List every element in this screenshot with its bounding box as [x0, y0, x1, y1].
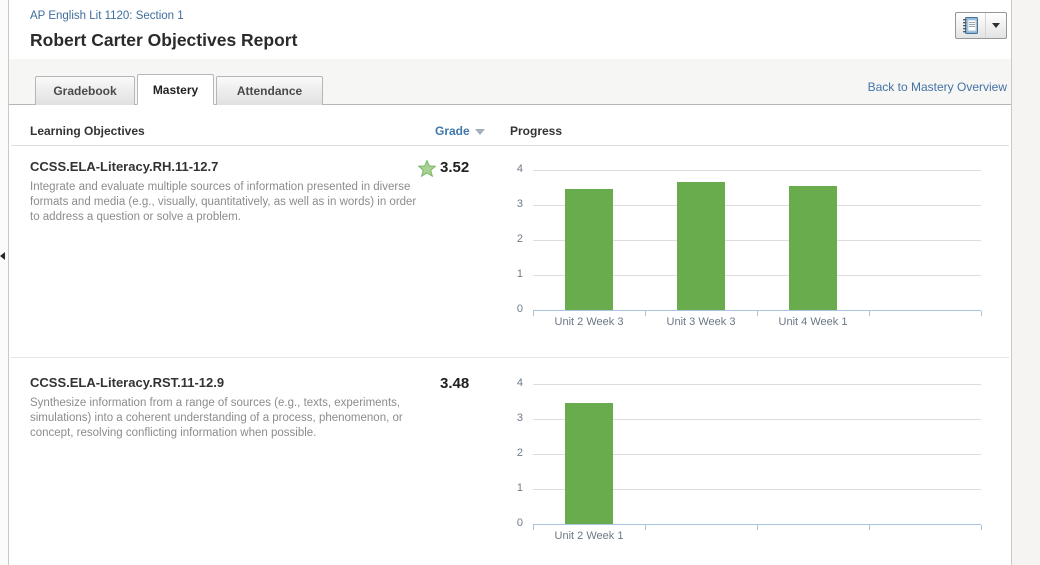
x-axis-tick — [757, 525, 758, 530]
data-bar — [565, 403, 613, 524]
y-axis-tick-label: 0 — [501, 517, 523, 529]
page-background — [1013, 0, 1040, 565]
x-axis-tick — [981, 525, 982, 530]
column-header-learning-objectives: Learning Objectives — [30, 124, 145, 138]
x-axis-tick — [981, 311, 982, 316]
back-to-mastery-overview-link[interactable]: Back to Mastery Overview — [868, 80, 1007, 94]
x-axis-category-label: Unit 4 Week 1 — [757, 316, 869, 330]
y-gridline — [533, 384, 981, 385]
caret-down-icon — [992, 23, 1000, 28]
x-axis-category-label: Unit 2 Week 1 — [533, 530, 645, 544]
objective-description: Synthesize information from a range of s… — [30, 396, 428, 441]
x-axis-tick — [869, 525, 870, 530]
gradebook-view-dropdown-button[interactable] — [955, 12, 1007, 39]
y-axis-tick-label: 0 — [501, 303, 523, 315]
y-axis-tick-label: 2 — [501, 447, 523, 459]
objective-row: CCSS.ELA-Literacy.RST.11-12.9 Synthesize… — [11, 359, 1009, 565]
left-panel-strip — [0, 0, 8, 565]
y-axis-tick-label: 3 — [501, 412, 523, 424]
objective-code: CCSS.ELA-Literacy.RH.11-12.7 — [30, 159, 218, 174]
data-bar — [677, 182, 725, 310]
tab-gradebook[interactable]: Gradebook — [35, 76, 135, 105]
data-bar — [789, 186, 837, 310]
y-axis-tick-label: 1 — [501, 268, 523, 280]
x-axis-tick — [869, 311, 870, 316]
grade-value: 3.48 — [440, 375, 469, 392]
sort-descending-icon[interactable] — [475, 129, 485, 135]
y-gridline — [533, 170, 981, 171]
progress-bar-chart: 01234Unit 2 Week 1 — [533, 384, 981, 524]
progress-bar-chart: 01234Unit 2 Week 3Unit 3 Week 3Unit 4 We… — [533, 170, 981, 310]
x-axis-category-label: Unit 2 Week 3 — [533, 316, 645, 330]
column-header-grade[interactable]: Grade — [435, 124, 470, 138]
y-axis-tick-label: 4 — [501, 163, 523, 175]
y-axis-tick-label: 3 — [501, 198, 523, 210]
y-axis-tick-label: 2 — [501, 233, 523, 245]
sidebar-collapse-arrow-icon[interactable] — [0, 252, 5, 260]
column-header-progress: Progress — [510, 124, 562, 138]
tab-attendance[interactable]: Attendance — [216, 76, 323, 105]
notebook-gradebook-icon — [956, 13, 986, 38]
grade-value: 3.52 — [440, 159, 469, 176]
table-header-row: Learning Objectives Grade Progress — [11, 105, 1009, 146]
y-axis-tick-label: 4 — [501, 377, 523, 389]
objective-row: CCSS.ELA-Literacy.RH.11-12.7 Integrate a… — [11, 146, 1009, 358]
objective-code: CCSS.ELA-Literacy.RST.11-12.9 — [30, 375, 224, 390]
objective-description: Integrate and evaluate multiple sources … — [30, 180, 428, 225]
breadcrumb-course-link[interactable]: AP English Lit 1120: Section 1 — [30, 10, 184, 22]
report-panel: AP English Lit 1120: Section 1 Robert Ca… — [8, 0, 1012, 565]
tab-bar: Gradebook Mastery Attendance Back to Mas… — [9, 59, 1011, 105]
x-axis-category-label: Unit 3 Week 3 — [645, 316, 757, 330]
x-axis-tick — [645, 525, 646, 530]
page-title: Robert Carter Objectives Report — [30, 30, 297, 51]
data-bar — [565, 189, 613, 310]
tab-mastery[interactable]: Mastery — [137, 74, 214, 105]
mastery-star-icon — [418, 160, 436, 177]
y-axis-tick-label: 1 — [501, 482, 523, 494]
